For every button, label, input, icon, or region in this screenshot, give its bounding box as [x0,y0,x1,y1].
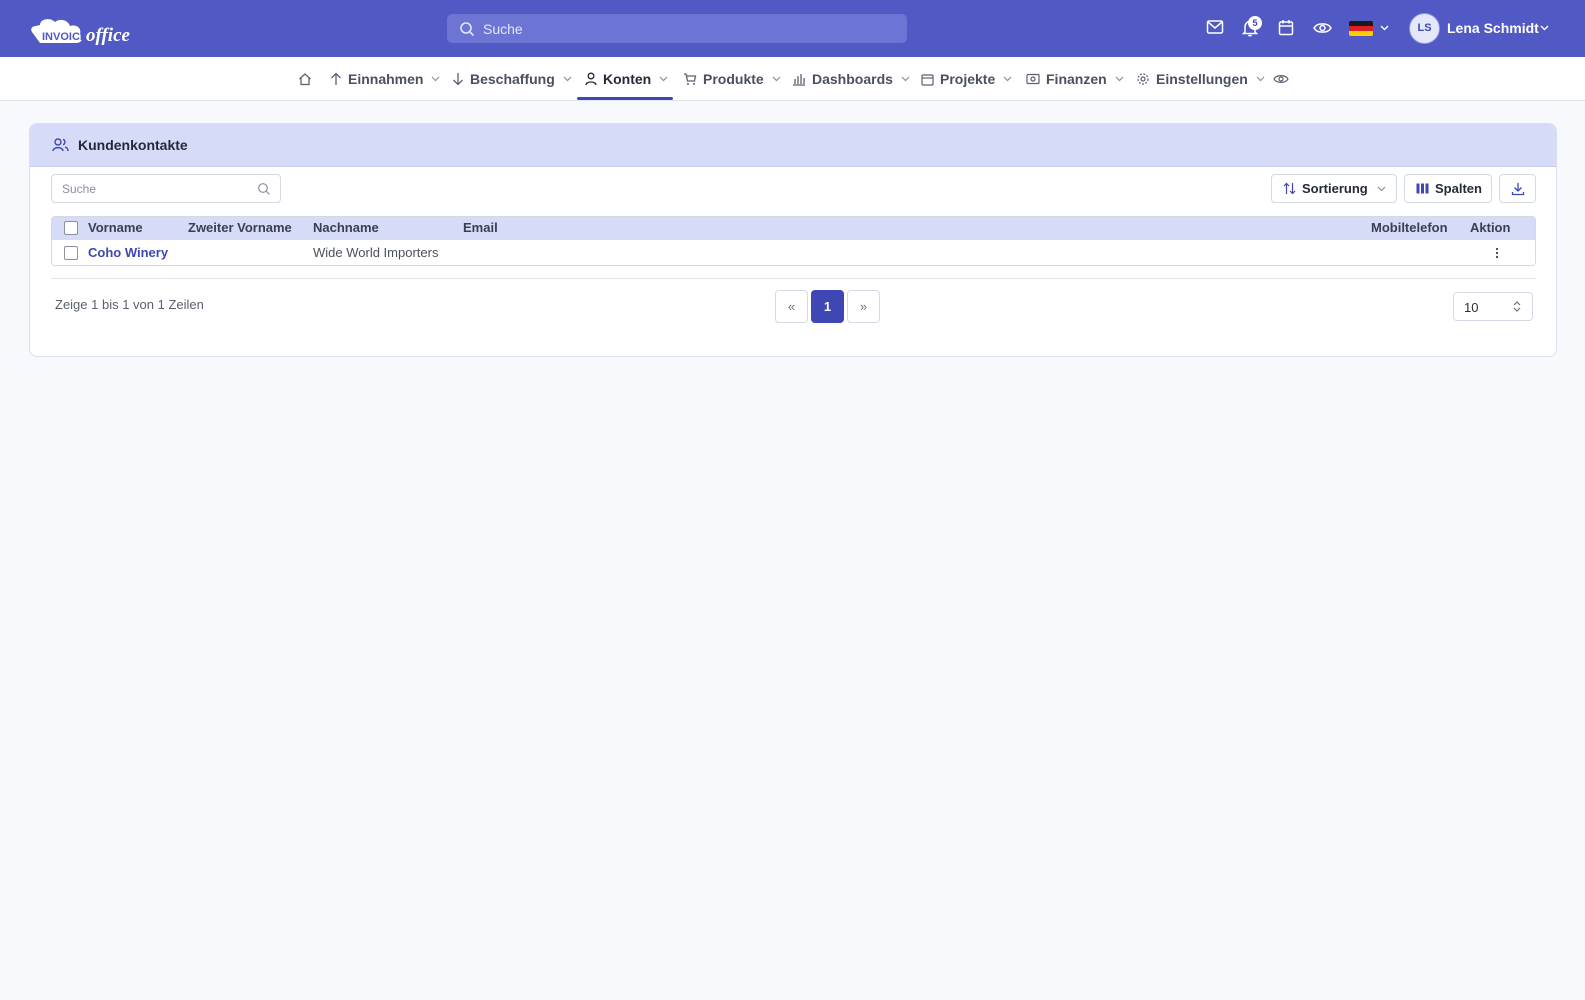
nav-item-label: Projekte [940,71,996,87]
chevron-down-icon [1377,186,1386,191]
chevron-down-icon [901,76,910,82]
select-arrows-icon [1513,301,1521,312]
nav-item-label: Einnahmen [348,71,424,87]
nav-item-konten[interactable]: Konten [585,57,668,101]
pagination-next-button[interactable]: » [847,290,880,323]
chevron-down-icon[interactable] [1380,25,1389,31]
german-flag-icon[interactable] [1349,21,1373,36]
svg-text:office: office [86,25,131,46]
arrow-down-icon [453,73,463,86]
chevron-down-icon [1256,76,1265,82]
chevron-down-icon [1115,76,1124,82]
table-row[interactable]: Coho Winery Wide World Importers [52,240,1535,265]
svg-text:INVOICE: INVOICE [42,31,87,43]
nav-home[interactable] [298,57,312,101]
row-checkbox[interactable] [64,246,78,260]
search-placeholder: Suche [483,21,523,37]
table-search-input[interactable]: Suche [51,174,281,203]
chevron-down-icon [1003,76,1012,82]
chevron-down-icon [772,76,781,82]
card-title: Kundenkontakte [78,137,188,153]
cart-icon [684,73,697,85]
sort-button[interactable]: Sortierung [1271,174,1397,203]
contacts-table: Vorname Zweiter Vorname Nachname Email M… [51,216,1536,266]
nav-item-projekte[interactable]: Projekte [921,57,1012,101]
nav-item-finanzen[interactable]: Finanzen [1026,57,1124,101]
table-header-row: Vorname Zweiter Vorname Nachname Email M… [52,217,1535,240]
columns-button[interactable]: Spalten [1404,174,1492,203]
main-navigation: Einnahmen Beschaffung Konten Produkte Da… [0,57,1585,101]
gear-icon [1137,73,1149,85]
sort-icon [1283,182,1296,195]
nav-item-label: Finanzen [1046,71,1107,87]
notification-badge: 5 [1248,16,1262,30]
chevron-down-icon [659,76,668,82]
column-header-email[interactable]: Email [463,220,498,235]
page-size-select[interactable]: 10 [1453,292,1533,321]
contacts-card: Kundenkontakte Suche Sortierung Spalten … [29,123,1557,357]
columns-icon [1416,183,1429,194]
user-icon [585,72,597,86]
nav-item-einstellungen[interactable]: Einstellungen [1136,57,1265,101]
active-tab-indicator [577,97,673,100]
nav-eye[interactable] [1273,57,1289,101]
eye-icon[interactable] [1313,21,1332,35]
nav-item-label: Konten [603,71,652,87]
nav-item-produkte[interactable]: Produkte [683,57,781,101]
column-header-mobile[interactable]: Mobiltelefon [1371,220,1448,235]
column-header-last-name[interactable]: Nachname [313,220,379,235]
chevron-down-icon[interactable] [1540,25,1549,31]
invoice-office-logo[interactable]: INVOICE office [28,12,158,46]
nav-item-beschaffung[interactable]: Beschaffung [452,57,572,101]
divider [51,278,1536,279]
calendar-icon [921,73,934,86]
nav-item-label: Einstellungen [1156,71,1248,87]
global-search-input[interactable]: Suche [447,14,907,43]
pagination-page-1[interactable]: 1 [811,290,844,323]
arrow-up-icon [331,72,341,85]
bar-chart-icon [793,74,805,86]
select-all-checkbox[interactable] [64,221,78,235]
column-header-action: Aktion [1470,220,1511,235]
sort-label: Sortierung [1302,181,1368,196]
calendar-icon[interactable] [1278,19,1294,36]
nav-item-einnahmen[interactable]: Einnahmen [330,57,440,101]
eye-icon [1273,75,1289,83]
download-icon [1511,182,1524,195]
last-name-cell: Wide World Importers [313,245,439,260]
column-header-first-name[interactable]: Vorname [88,220,143,235]
chevron-down-icon [563,76,572,82]
more-vertical-icon[interactable] [1495,247,1499,259]
chevron-down-icon [432,76,440,82]
users-icon [52,138,69,152]
card-header: Kundenkontakte [30,124,1556,167]
page-size-value: 10 [1464,300,1479,315]
nav-item-label: Dashboards [812,71,893,87]
nav-item-label: Produkte [703,71,764,87]
columns-label: Spalten [1435,181,1482,196]
nav-item-dashboards[interactable]: Dashboards [792,57,910,101]
pagination-prev-button[interactable]: « [775,290,808,323]
download-button[interactable] [1499,174,1536,203]
mail-icon[interactable] [1206,19,1224,35]
nav-item-label: Beschaffung [470,71,555,87]
search-placeholder: Suche [62,182,97,196]
first-name-link[interactable]: Coho Winery [88,245,168,260]
column-header-middle-name[interactable]: Zweiter Vorname [188,220,292,235]
user-name[interactable]: Lena Schmidt [1447,20,1539,36]
top-bar: INVOICE office Suche 5 LS Lena Schmidt [0,0,1585,57]
money-icon [1026,73,1040,85]
search-icon [460,22,475,37]
avatar[interactable]: LS [1409,13,1440,44]
search-icon [258,183,270,195]
pagination-info: Zeige 1 bis 1 von 1 Zeilen [55,297,204,312]
home-icon [299,73,311,86]
